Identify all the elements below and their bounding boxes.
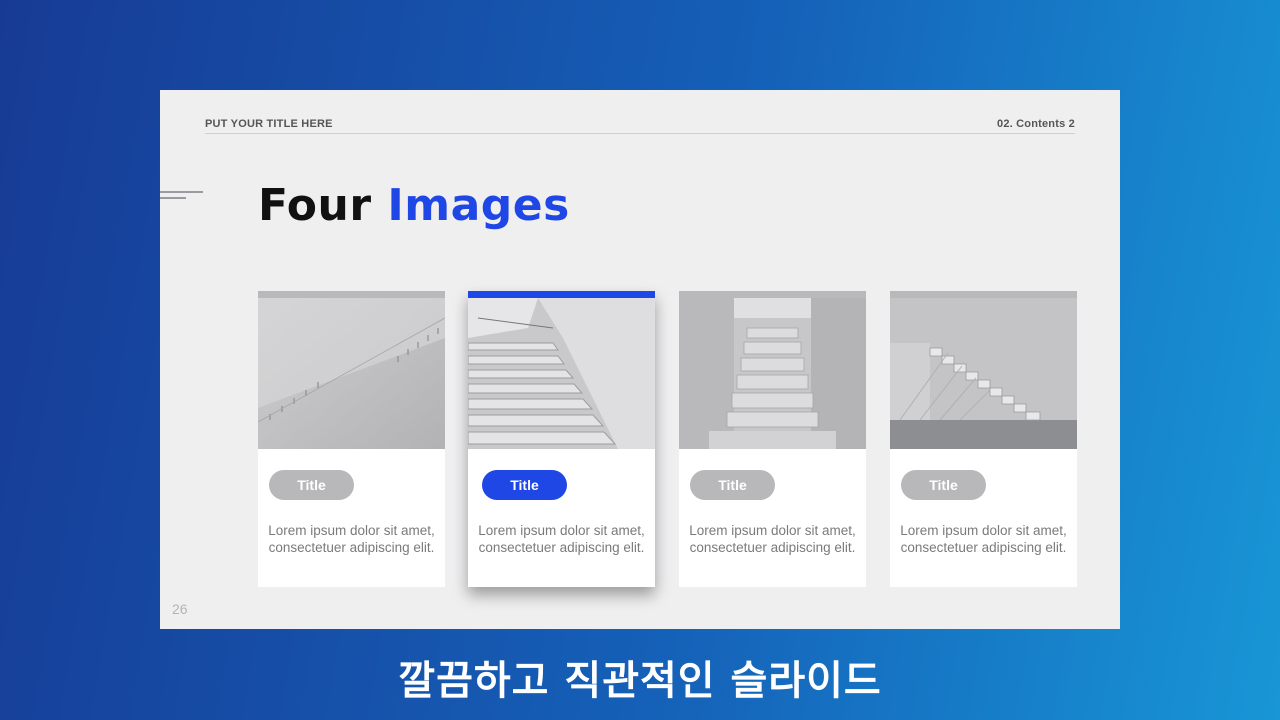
card-top-bar: [679, 291, 866, 298]
card-top-bar: [258, 291, 445, 298]
card-body-text: Lorem ipsum dolor sit amet, consectetuer…: [268, 523, 435, 555]
header-divider: [205, 133, 1075, 134]
page-number: 26: [172, 601, 188, 617]
white-staircase-photo: [468, 298, 655, 449]
slide-title-accent: Images: [387, 180, 570, 231]
white-wall-stairs-photo: [258, 298, 445, 449]
card-title-pill-active[interactable]: Title: [482, 470, 567, 500]
decorative-line: [160, 191, 203, 193]
slide-header-title: PUT YOUR TITLE HERE: [205, 118, 333, 130]
card-body-text: Lorem ipsum dolor sit amet, consectetuer…: [900, 523, 1067, 555]
image-card-4[interactable]: Title Lorem ipsum dolor sit amet, consec…: [890, 291, 1077, 587]
decorative-line-short: [160, 197, 186, 199]
image-card-1[interactable]: Title Lorem ipsum dolor sit amet, consec…: [258, 291, 445, 587]
corridor-stairs-photo: [679, 298, 866, 449]
slide: PUT YOUR TITLE HERE 02. Contents 2 Four …: [160, 90, 1120, 629]
card-title-pill[interactable]: Title: [901, 470, 986, 500]
slide-title-main: Four: [258, 180, 372, 231]
slide-section-label: 02. Contents 2: [997, 118, 1075, 130]
image-card-3[interactable]: Title Lorem ipsum dolor sit amet, consec…: [679, 291, 866, 587]
image-card-2[interactable]: Title Lorem ipsum dolor sit amet, consec…: [468, 291, 655, 587]
card-body-text: Lorem ipsum dolor sit amet, consectetuer…: [689, 523, 856, 555]
card-top-bar-active: [468, 291, 655, 298]
card-body-text: Lorem ipsum dolor sit amet, consectetuer…: [478, 523, 645, 555]
floating-stairs-photo: [890, 298, 1077, 449]
card-title-pill[interactable]: Title: [690, 470, 775, 500]
caption-text: 깔끔하고 직관적인 슬라이드: [398, 658, 882, 704]
card-top-bar: [890, 291, 1077, 298]
slide-title: Four Images: [258, 180, 570, 231]
card-title-pill[interactable]: Title: [269, 470, 354, 500]
